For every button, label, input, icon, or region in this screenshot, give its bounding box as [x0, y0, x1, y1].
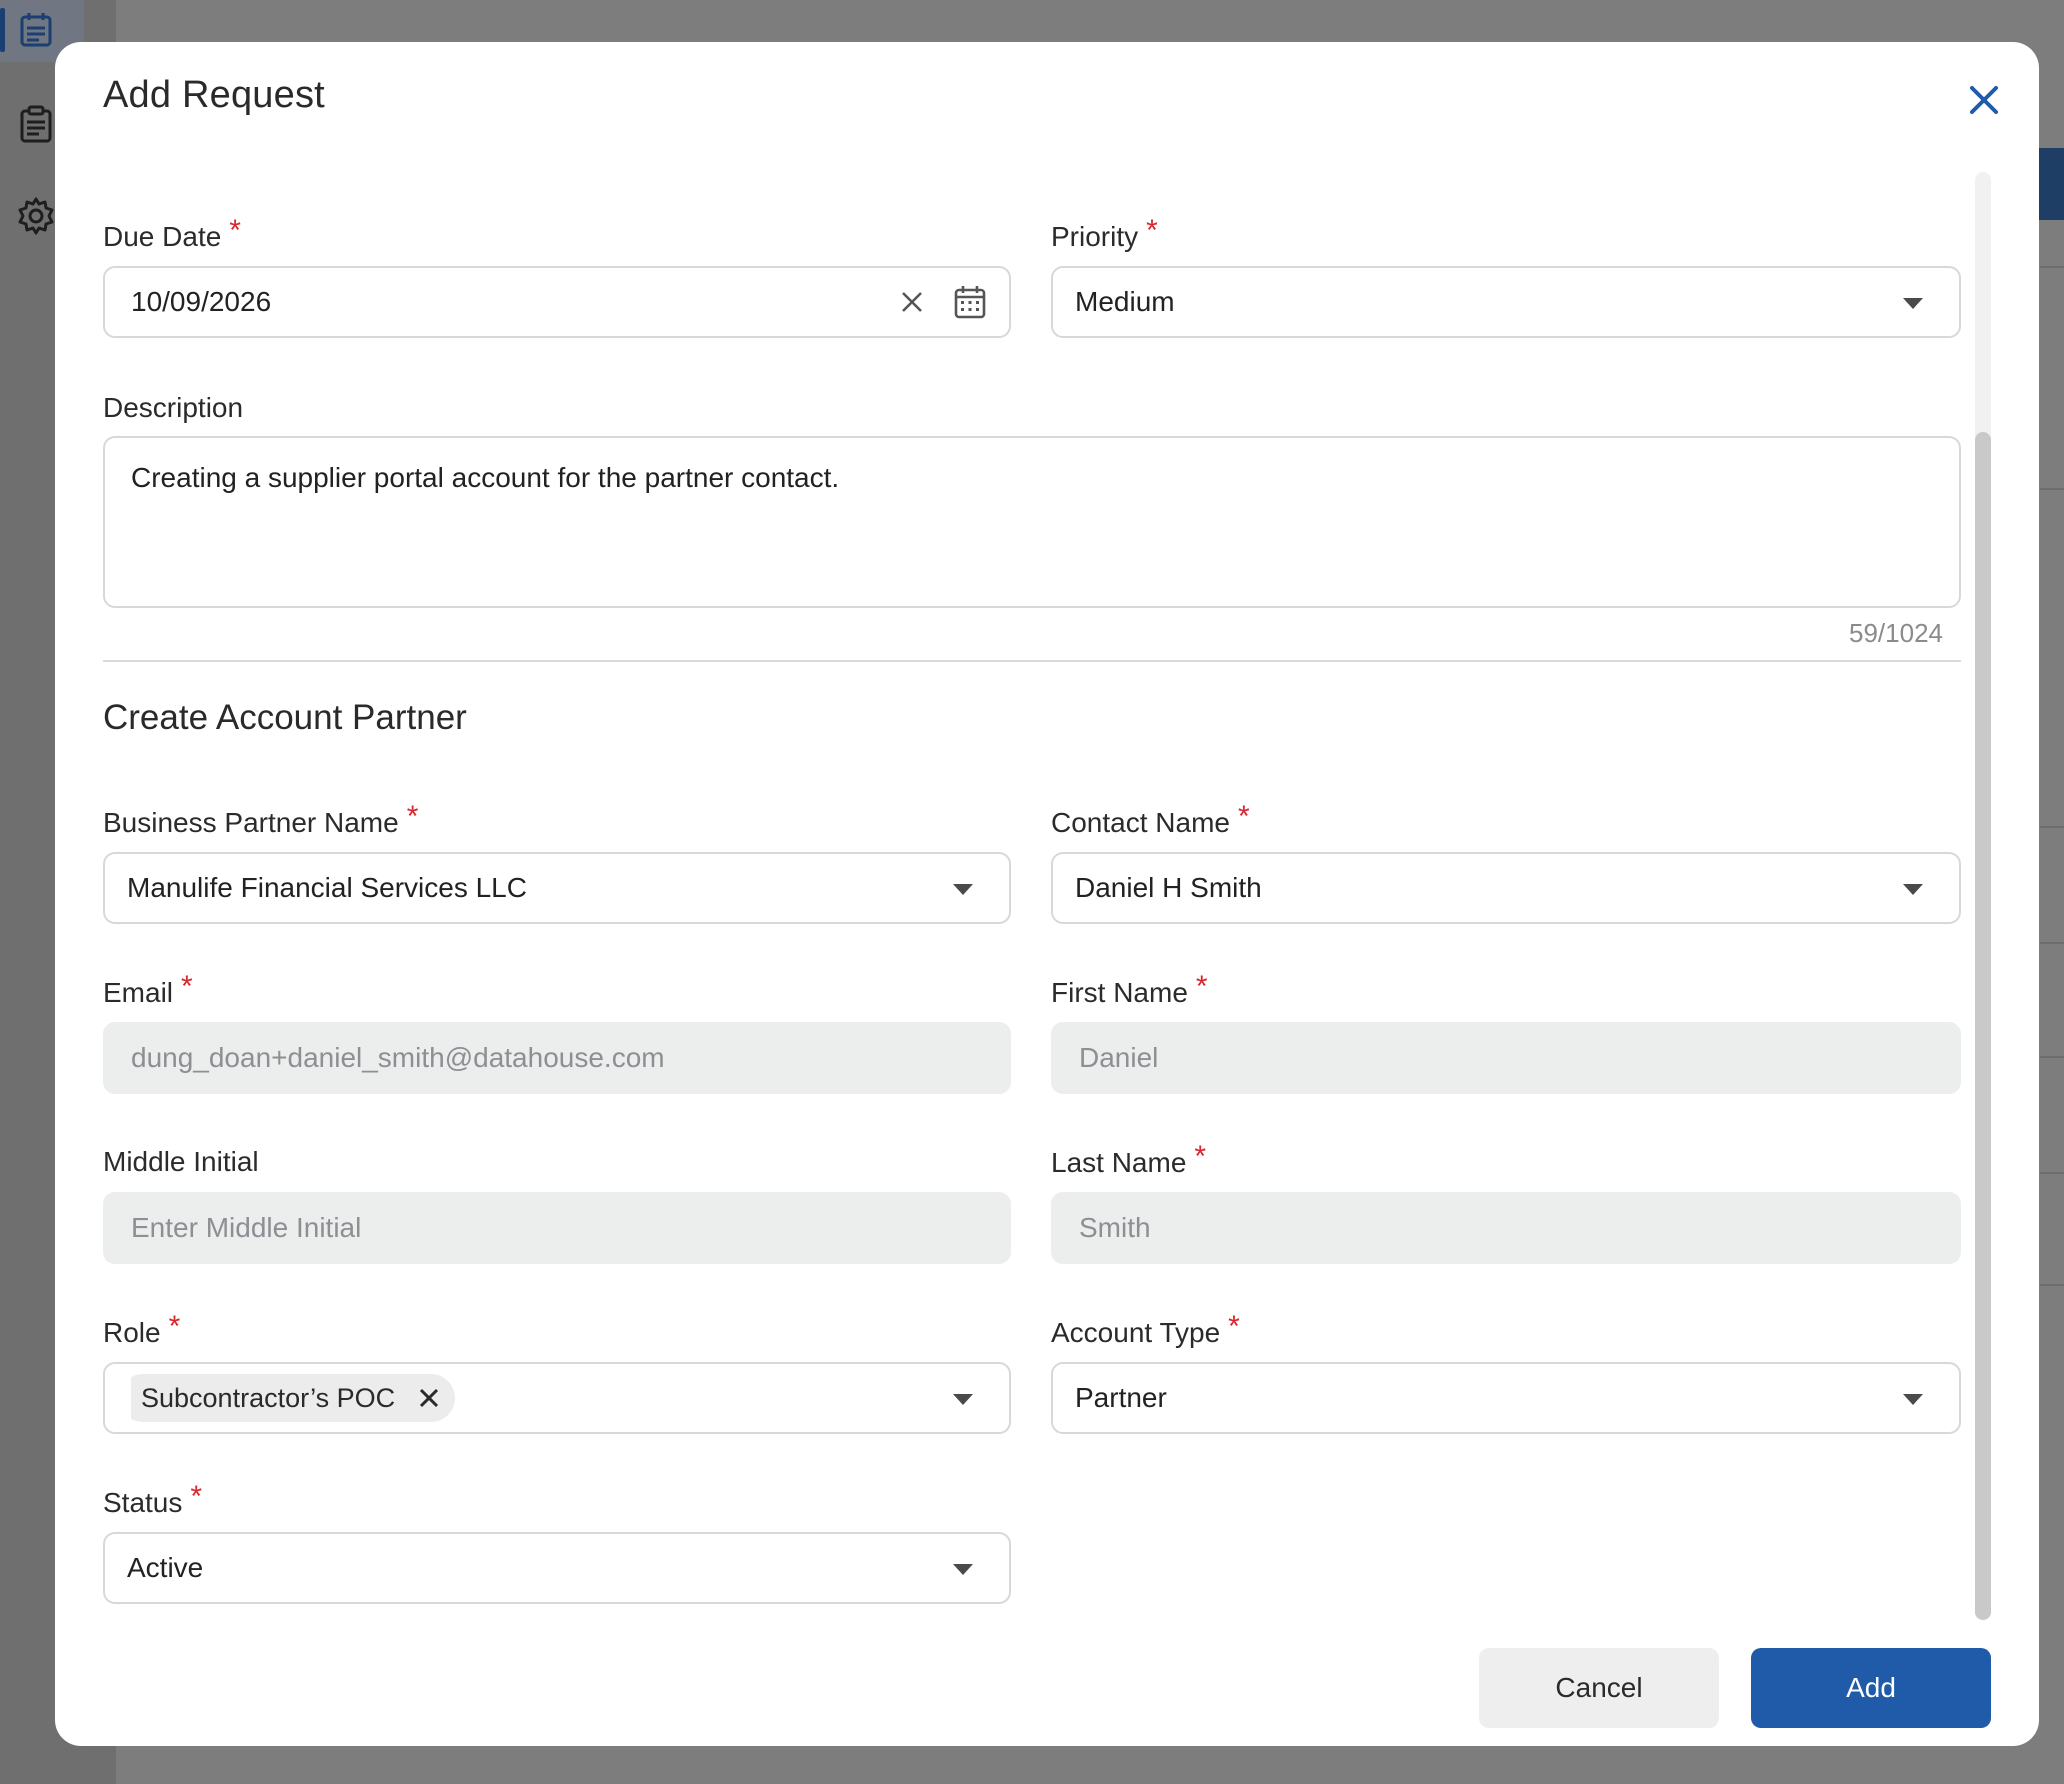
scrollbar-thumb[interactable]	[1975, 432, 1991, 1620]
remove-chip-icon[interactable]	[415, 1384, 443, 1412]
account-type-select[interactable]: Partner	[1051, 1362, 1961, 1434]
add-button[interactable]: Add	[1751, 1648, 1991, 1728]
background-divider	[2040, 826, 2064, 828]
status-label: Status *	[103, 1480, 203, 1518]
due-date-value: 10/09/2026	[131, 286, 272, 317]
clear-icon[interactable]	[897, 287, 927, 317]
calendar-list-icon[interactable]	[16, 10, 56, 50]
background-divider	[2040, 1172, 2064, 1174]
priority-label: Priority *	[1051, 214, 1158, 252]
chevron-down-icon	[1903, 884, 1923, 895]
contact-name-value: Daniel H Smith	[1075, 872, 1262, 903]
first-name-value: Daniel	[1079, 1042, 1159, 1073]
last-name-value: Smith	[1079, 1212, 1151, 1243]
role-chip-list: Subcontractor’s POC	[131, 1374, 1009, 1422]
background-divider	[2040, 266, 2064, 268]
dialog-title: Add Request	[103, 74, 325, 116]
calendar-icon[interactable]	[953, 284, 987, 320]
gear-icon[interactable]	[16, 196, 56, 236]
status-value: Active	[127, 1552, 204, 1583]
business-partner-name-value: Manulife Financial Services LLC	[127, 872, 527, 903]
cancel-button[interactable]: Cancel	[1479, 1648, 1719, 1728]
business-partner-name-label: Business Partner Name *	[103, 800, 419, 838]
business-partner-name-select[interactable]: Manulife Financial Services LLC	[103, 852, 1011, 924]
first-name-label: First Name *	[1051, 970, 1208, 1008]
account-type-label: Account Type *	[1051, 1310, 1240, 1348]
background-divider	[2040, 942, 2064, 944]
role-label: Role *	[103, 1310, 181, 1348]
email-label: Email *	[103, 970, 193, 1008]
add-request-dialog: Add Request Due Date * 10/09/2026 Priorit…	[55, 42, 2039, 1746]
section-divider	[103, 660, 1961, 662]
role-multiselect[interactable]: Subcontractor’s POC	[103, 1362, 1011, 1434]
middle-initial-placeholder: Enter Middle Initial	[131, 1212, 362, 1243]
due-date-field[interactable]: 10/09/2026	[103, 266, 1011, 338]
email-field[interactable]: dung_doan+daniel_smith@datahouse.com	[103, 1022, 1011, 1094]
contact-name-label: Contact Name *	[1051, 800, 1250, 838]
contact-name-select[interactable]: Daniel H Smith	[1051, 852, 1961, 924]
priority-value: Medium	[1075, 286, 1175, 317]
last-name-label: Last Name *	[1051, 1140, 1207, 1178]
description-textarea[interactable]: Creating a supplier portal account for t…	[103, 436, 1961, 608]
character-counter: 59/1024	[1849, 618, 1943, 648]
section-title: Create Account Partner	[103, 698, 467, 737]
first-name-field[interactable]: Daniel	[1051, 1022, 1961, 1094]
sidebar-active-indicator	[0, 8, 5, 52]
clipboard-icon[interactable]	[16, 104, 56, 144]
chevron-down-icon	[1903, 1394, 1923, 1405]
chevron-down-icon	[1903, 298, 1923, 309]
account-type-value: Partner	[1075, 1382, 1167, 1413]
last-name-field[interactable]: Smith	[1051, 1192, 1961, 1264]
role-chip-label: Subcontractor’s POC	[141, 1382, 396, 1413]
background-divider	[2040, 1284, 2064, 1286]
background-divider	[2040, 1056, 2064, 1058]
description-label: Description	[103, 392, 244, 423]
chevron-down-icon	[953, 1564, 973, 1575]
due-date-label: Due Date *	[103, 214, 241, 252]
middle-initial-label: Middle Initial	[103, 1146, 259, 1177]
chevron-down-icon	[953, 1394, 973, 1405]
status-select[interactable]: Active	[103, 1532, 1011, 1604]
close-icon[interactable]	[1962, 78, 2006, 122]
chevron-down-icon	[953, 884, 973, 895]
role-chip: Subcontractor’s POC	[131, 1374, 456, 1422]
priority-select[interactable]: Medium	[1051, 266, 1961, 338]
background-divider	[2040, 488, 2064, 490]
email-value: dung_doan+daniel_smith@datahouse.com	[131, 1042, 665, 1073]
middle-initial-field[interactable]: Enter Middle Initial	[103, 1192, 1011, 1264]
